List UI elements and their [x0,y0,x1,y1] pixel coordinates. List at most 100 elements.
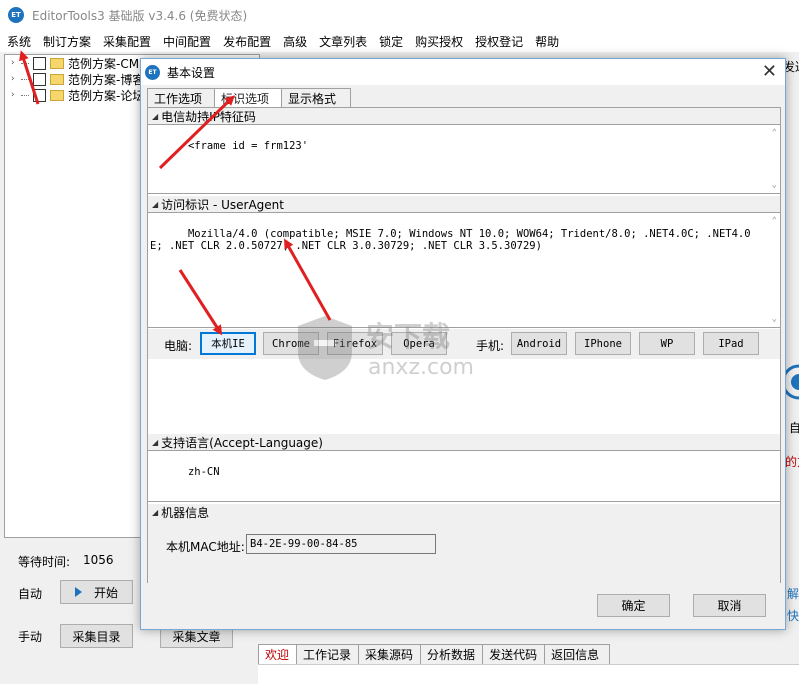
right-panel-fragment: 的方 [785,455,799,469]
preset-ipad-button[interactable]: IPad [703,332,759,355]
status-bar [258,664,799,684]
useragent-preset-bar: 电脑: 本机IE Chrome Firefox Opera 手机: Androi… [148,329,780,359]
telecom-signature-value: <frame id = frm123' [187,140,309,152]
preset-android-button[interactable]: Android [511,332,567,355]
collapse-icon: ◢ [152,437,159,447]
preset-chrome-button[interactable]: Chrome [263,332,319,355]
dialog-logo-icon: ET [145,64,160,80]
tab-identity-options[interactable]: 标识选项 [214,88,285,108]
telecom-section-header[interactable]: ◢ 电信劫持IP特征码 [148,108,780,124]
preset-ie-button[interactable]: 本机IE [200,332,256,355]
app-title: EditorTools3 基础版 v3.4.6 (免费状态) [32,8,248,23]
play-icon [74,587,82,597]
menu-publish-config[interactable]: 发布配置 [217,33,277,50]
chevron-right-icon[interactable]: › [11,90,21,100]
textarea-scrollbar[interactable]: ⌃ ⌄ [765,213,780,327]
machine-section-title: 机器信息 [161,505,210,520]
mac-address-field[interactable]: B4-2E-99-00-84-85 [246,534,436,554]
tree-item-label: 范例方案-博客 [68,72,145,87]
tab-analyze-data[interactable]: 分析数据 [420,644,487,664]
chevron-right-icon[interactable]: › [11,58,21,68]
tree-checkbox[interactable] [33,88,46,102]
language-value: zh-CN [187,466,220,478]
tree-item-label: 范例方案-CMS [68,56,147,71]
identity-options-page: ◢ 电信劫持IP特征码 <frame id = frm123' ⌃ ⌄ ◢ 访问… [147,107,781,594]
folder-icon [50,57,64,69]
collapse-icon: ◢ [152,507,159,517]
app-logo-icon: ET [8,7,24,23]
telecom-section-title: 电信劫持IP特征码 [161,109,256,124]
pc-label: 电脑: [164,339,193,353]
start-button[interactable]: 开始 [60,580,133,604]
wait-time-label: 等待时间: [18,555,71,569]
textarea-scrollbar[interactable]: ⌃ ⌄ [765,125,780,193]
mac-address-value: B4-2E-99-00-84-85 [250,538,358,550]
language-textarea[interactable]: zh-CN [148,450,780,502]
dialog-tab-bar: 工作选项 标识选项 显示格式 [147,88,352,108]
tree-checkbox[interactable] [33,72,46,86]
useragent-section-header[interactable]: ◢ 访问标识 - UserAgent [148,196,780,212]
menu-help[interactable]: 帮助 [529,33,565,50]
menu-middle-config[interactable]: 中间配置 [157,33,217,50]
auto-label: 自动 [18,587,43,601]
mac-address-label: 本机MAC地址: [166,540,245,554]
preset-firefox-button[interactable]: Firefox [327,332,383,355]
tree-item[interactable]: › 范例方案-CMS [11,55,147,71]
menu-collect-config[interactable]: 采集配置 [97,33,157,50]
menu-make-plan[interactable]: 制订方案 [37,33,97,50]
machine-section-header[interactable]: ◢ 机器信息 [148,504,780,520]
right-panel-fragment: 自 [789,421,799,435]
manual-label: 手动 [18,630,43,644]
chevron-right-icon[interactable]: › [11,74,21,84]
language-section-title: 支持语言(Accept-Language) [161,435,323,450]
menu-lock[interactable]: 锁定 [373,33,409,50]
tree-item-label: 范例方案-论坛 [68,88,145,103]
menu-system[interactable]: 系统 [0,33,37,50]
mobile-label: 手机: [476,339,505,353]
menu-article-list[interactable]: 文章列表 [313,33,373,50]
tree-connector [21,62,29,64]
tab-display-format[interactable]: 显示格式 [281,88,352,107]
right-panel-fragment: 快 [787,609,799,623]
tab-welcome[interactable]: 欢迎 [258,644,301,664]
ok-button[interactable]: 确定 [597,594,670,617]
useragent-section-title: 访问标识 - UserAgent [161,197,284,212]
close-icon[interactable]: ✕ [762,61,777,82]
useragent-textarea[interactable]: Mozilla/4.0 (compatible; MSIE 7.0; Windo… [148,212,780,328]
start-button-label: 开始 [93,585,118,600]
tab-source-code[interactable]: 采集源码 [358,644,425,664]
tab-return-info[interactable]: 返回信息 [544,644,611,664]
tab-work-options[interactable]: 工作选项 [147,88,218,107]
preset-iphone-button[interactable]: IPhone [575,332,631,355]
wait-time-value: 1056 [83,553,114,567]
dialog-title-bar: ET 基本设置 ✕ [141,59,785,85]
language-section-header[interactable]: ◢ 支持语言(Accept-Language) [148,434,780,450]
scroll-up-icon[interactable]: ⌃ [772,215,777,227]
cancel-button[interactable]: 取消 [693,594,766,617]
scroll-down-icon[interactable]: ⌄ [772,313,777,325]
folder-icon [50,89,64,101]
preset-wp-button[interactable]: WP [639,332,695,355]
tab-send-code[interactable]: 发送代码 [482,644,549,664]
dialog-title: 基本设置 [167,65,216,80]
tree-checkbox[interactable] [33,56,46,70]
telecom-signature-textarea[interactable]: <frame id = frm123' ⌃ ⌄ [148,124,780,194]
bottom-tab-bar: 欢迎 工作记录 采集源码 分析数据 发送代码 返回信息 [258,642,799,664]
tree-item[interactable]: › 范例方案-论坛 [11,87,144,103]
collapse-icon: ◢ [152,111,159,121]
tree-item[interactable]: › 范例方案-博客 [11,71,144,87]
tree-connector [21,78,29,80]
menu-buy-license[interactable]: 购买授权 [409,33,469,50]
useragent-value: Mozilla/4.0 (compatible; MSIE 7.0; Windo… [150,228,751,252]
scroll-down-icon[interactable]: ⌄ [772,179,777,191]
machine-info-area: 本机MAC地址: B4-2E-99-00-84-85 [148,520,780,594]
basic-settings-dialog: ET 基本设置 ✕ 工作选项 标识选项 显示格式 ◢ 电信劫持IP特征码 <fr… [140,58,786,630]
preset-opera-button[interactable]: Opera [391,332,447,355]
scroll-up-icon[interactable]: ⌃ [772,127,777,139]
right-panel-fragment: 解 [787,587,799,601]
collect-directory-button[interactable]: 采集目录 [60,624,133,648]
folder-icon [50,73,64,85]
tab-work-log[interactable]: 工作记录 [296,644,363,664]
menu-advanced[interactable]: 高级 [277,33,313,50]
menu-register-license[interactable]: 授权登记 [469,33,529,50]
